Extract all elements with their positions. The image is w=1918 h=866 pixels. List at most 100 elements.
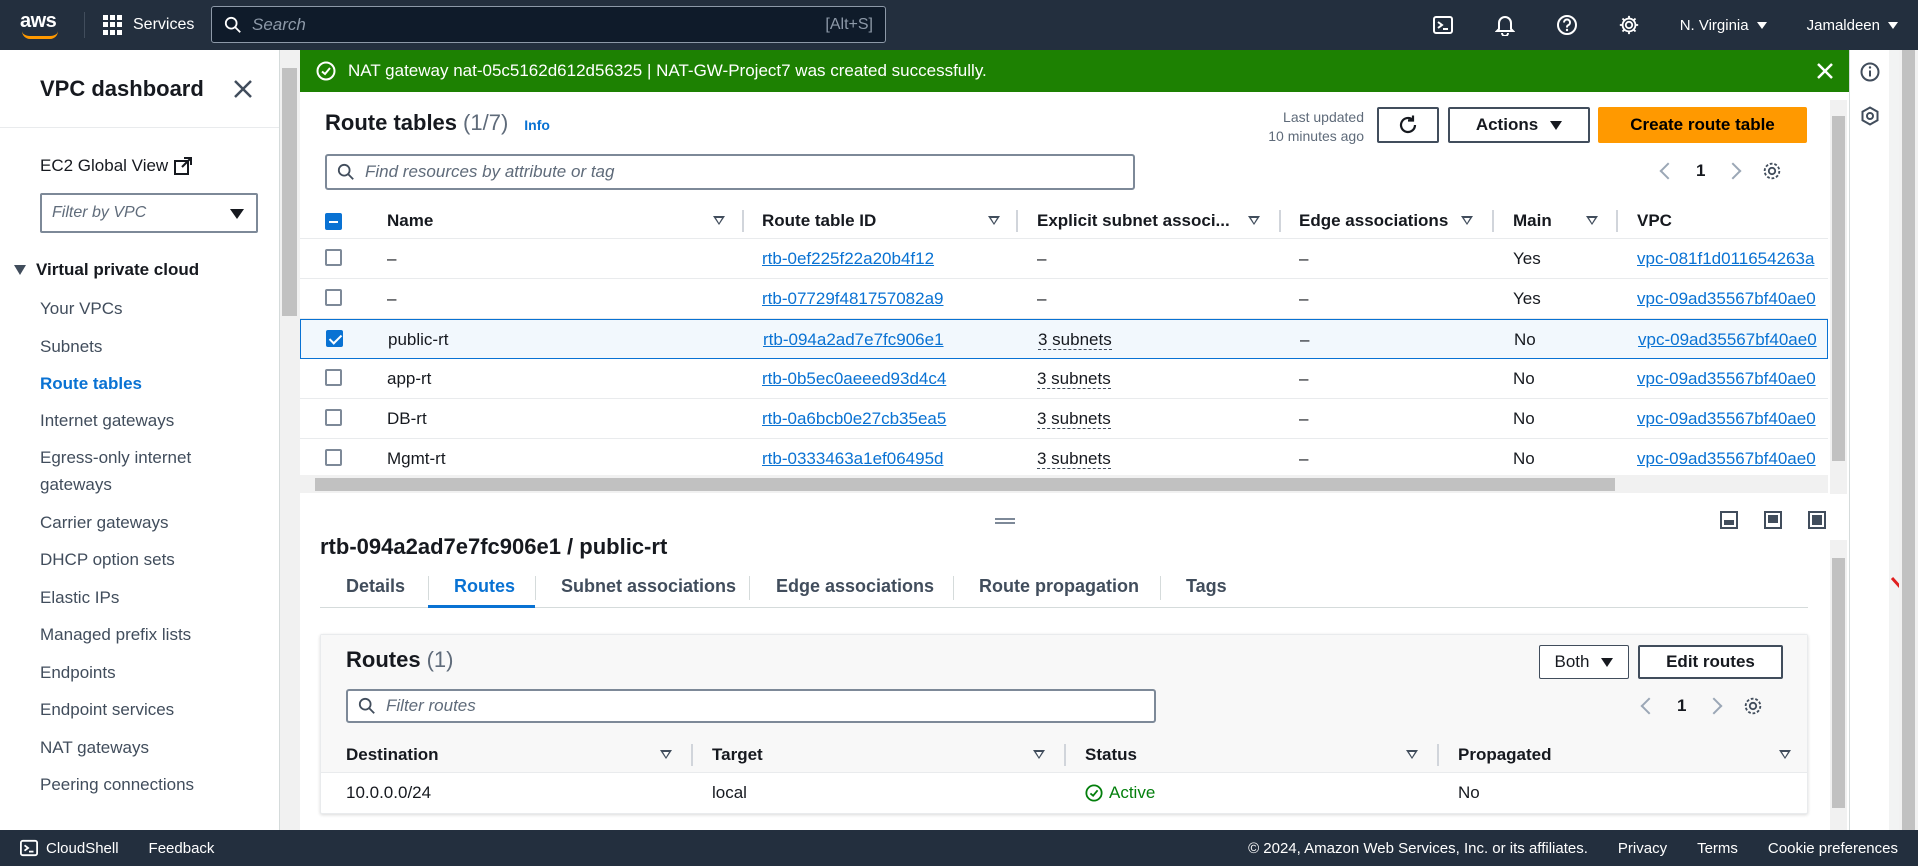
table-preferences-gear-icon[interactable] xyxy=(1742,695,1764,717)
table-row[interactable]: app-rt rtb-0b5ec0aeeed93d4c4 3 subnets –… xyxy=(300,359,1828,399)
page-scrollbar[interactable] xyxy=(1899,50,1918,830)
column-header-edge-associations[interactable]: Edge associations xyxy=(1299,211,1448,231)
tab-tags[interactable]: Tags xyxy=(1186,576,1227,597)
services-menu[interactable]: Services xyxy=(103,15,194,35)
find-resources-input[interactable] xyxy=(365,162,1105,182)
sort-icon[interactable] xyxy=(1461,216,1473,225)
sort-icon[interactable] xyxy=(988,216,1000,225)
tab-routes[interactable]: Routes xyxy=(454,576,515,597)
row-checkbox[interactable] xyxy=(325,369,342,386)
edit-routes-button[interactable]: Edit routes xyxy=(1638,645,1783,679)
sort-icon[interactable] xyxy=(1586,216,1598,225)
column-header-status[interactable]: Status xyxy=(1085,745,1137,765)
next-page-icon[interactable] xyxy=(1724,162,1742,180)
cookie-preferences-link[interactable]: Cookie preferences xyxy=(1768,840,1898,857)
vpc-link[interactable]: vpc-09ad35567bf40ae0 xyxy=(1637,289,1816,309)
sort-icon[interactable] xyxy=(1779,750,1791,759)
row-checkbox-checked[interactable] xyxy=(326,330,343,347)
tab-subnet-associations[interactable]: Subnet associations xyxy=(561,576,736,597)
sidebar-item-endpoints[interactable]: Endpoints xyxy=(40,659,240,686)
split-panel-resize-handle[interactable] xyxy=(995,518,1015,524)
aws-logo[interactable]: aws xyxy=(20,10,64,40)
create-route-table-button[interactable]: Create route table xyxy=(1598,107,1807,143)
resource-finder[interactable] xyxy=(325,154,1135,190)
table-row-selected[interactable]: public-rt rtb-094a2ad7e7fc906e1 3 subnet… xyxy=(300,319,1828,359)
refresh-button[interactable] xyxy=(1377,107,1439,143)
sidebar-scrollbar[interactable] xyxy=(280,50,300,830)
subnets-popover[interactable]: 3 subnets xyxy=(1037,409,1111,429)
cloudshell-icon[interactable] xyxy=(1412,0,1474,50)
row-checkbox[interactable] xyxy=(325,409,342,426)
sidebar-item-your-vpcs[interactable]: Your VPCs xyxy=(40,295,240,322)
column-header-target[interactable]: Target xyxy=(712,745,763,765)
row-checkbox[interactable] xyxy=(325,449,342,466)
sort-icon[interactable] xyxy=(660,750,672,759)
route-table-id-link[interactable]: rtb-07729f481757082a9 xyxy=(762,289,944,309)
row-checkbox[interactable] xyxy=(325,249,342,266)
sort-icon[interactable] xyxy=(1248,216,1260,225)
sidebar-item-carrier-gateways[interactable]: Carrier gateways xyxy=(40,509,240,536)
table-row[interactable]: Mgmt-rt rtb-0333463a1ef06495d 3 subnets … xyxy=(300,439,1828,479)
subnets-popover[interactable]: 3 subnets xyxy=(1038,330,1112,350)
sidebar-item-egress-only-internet-gateways[interactable]: Egress-only internet gateways xyxy=(40,444,230,498)
tab-details[interactable]: Details xyxy=(346,576,405,597)
column-header-name[interactable]: Name xyxy=(387,211,433,231)
sidebar-title[interactable]: VPC dashboard xyxy=(40,76,204,102)
column-header-destination[interactable]: Destination xyxy=(346,745,439,765)
region-selector[interactable]: N. Virginia xyxy=(1680,17,1767,34)
table-row[interactable]: 10.0.0.0/24 local Active No xyxy=(321,773,1807,813)
table-vertical-scrollbar[interactable] xyxy=(1830,100,1847,494)
sort-icon[interactable] xyxy=(1033,750,1045,759)
subnets-popover[interactable]: 3 subnets xyxy=(1037,369,1111,389)
notifications-bell-icon[interactable] xyxy=(1474,0,1536,50)
global-search[interactable]: [Alt+S] xyxy=(211,6,886,43)
vpc-link[interactable]: vpc-09ad35567bf40ae0 xyxy=(1637,409,1816,429)
info-icon[interactable] xyxy=(1860,62,1880,82)
previous-page-icon[interactable] xyxy=(1659,162,1677,180)
detail-vertical-scrollbar[interactable] xyxy=(1830,540,1847,830)
close-icon[interactable] xyxy=(232,78,254,100)
column-header-explicit-subnet[interactable]: Explicit subnet associ... xyxy=(1037,211,1230,231)
routes-filter[interactable] xyxy=(346,689,1156,723)
sort-icon[interactable] xyxy=(713,216,725,225)
sidebar-item-internet-gateways[interactable]: Internet gateways xyxy=(40,407,240,434)
column-header-route-table-id[interactable]: Route table ID xyxy=(762,211,876,231)
route-table-id-link[interactable]: rtb-0333463a1ef06495d xyxy=(762,449,944,469)
panel-top-icon[interactable] xyxy=(1764,511,1782,529)
select-all-checkbox[interactable] xyxy=(325,213,342,230)
tab-route-propagation[interactable]: Route propagation xyxy=(979,576,1139,597)
terms-link[interactable]: Terms xyxy=(1697,840,1738,857)
row-checkbox[interactable] xyxy=(325,289,342,306)
vpc-link[interactable]: vpc-09ad35567bf40ae0 xyxy=(1638,330,1817,350)
route-table-id-link[interactable]: rtb-094a2ad7e7fc906e1 xyxy=(763,330,944,350)
subnets-popover[interactable]: 3 subnets xyxy=(1037,449,1111,469)
hexagon-tool-icon[interactable] xyxy=(1860,106,1880,126)
tab-edge-associations[interactable]: Edge associations xyxy=(776,576,934,597)
column-header-propagated[interactable]: Propagated xyxy=(1458,745,1552,765)
column-header-vpc[interactable]: VPC xyxy=(1637,211,1672,231)
sidebar-section-virtual-private-cloud[interactable]: Virtual private cloud xyxy=(14,260,199,280)
route-table-id-link[interactable]: rtb-0b5ec0aeeed93d4c4 xyxy=(762,369,946,389)
table-row[interactable]: – rtb-0ef225f22a20b4f12 – – Yes vpc-081f… xyxy=(300,239,1828,279)
vpc-link[interactable]: vpc-09ad35567bf40ae0 xyxy=(1637,449,1816,469)
sidebar-item-peering-connections[interactable]: Peering connections xyxy=(40,771,240,798)
cloudshell-button[interactable]: CloudShell xyxy=(20,839,119,857)
actions-dropdown-button[interactable]: Actions xyxy=(1448,107,1590,143)
ec2-global-view-link[interactable]: EC2 Global View xyxy=(40,156,193,176)
table-row[interactable]: – rtb-07729f481757082a9 – – Yes vpc-09ad… xyxy=(300,279,1828,319)
next-page-icon[interactable] xyxy=(1705,697,1723,715)
privacy-link[interactable]: Privacy xyxy=(1618,840,1667,857)
sidebar-item-endpoint-services[interactable]: Endpoint services xyxy=(40,696,240,723)
table-preferences-gear-icon[interactable] xyxy=(1761,160,1783,182)
sidebar-item-dhcp-option-sets[interactable]: DHCP option sets xyxy=(40,546,240,573)
panel-bottom-icon[interactable] xyxy=(1720,511,1738,529)
vpc-filter-select[interactable]: Filter by VPC xyxy=(40,193,258,233)
settings-gear-icon[interactable] xyxy=(1598,0,1660,50)
previous-page-icon[interactable] xyxy=(1640,697,1658,715)
column-header-main[interactable]: Main xyxy=(1513,211,1552,231)
both-filter-select[interactable]: Both xyxy=(1539,645,1629,679)
vpc-link[interactable]: vpc-081f1d011654263a xyxy=(1637,249,1814,269)
sidebar-item-route-tables[interactable]: Route tables xyxy=(40,370,240,397)
dismiss-close-icon[interactable] xyxy=(1815,61,1835,81)
panel-full-icon[interactable] xyxy=(1808,511,1826,529)
